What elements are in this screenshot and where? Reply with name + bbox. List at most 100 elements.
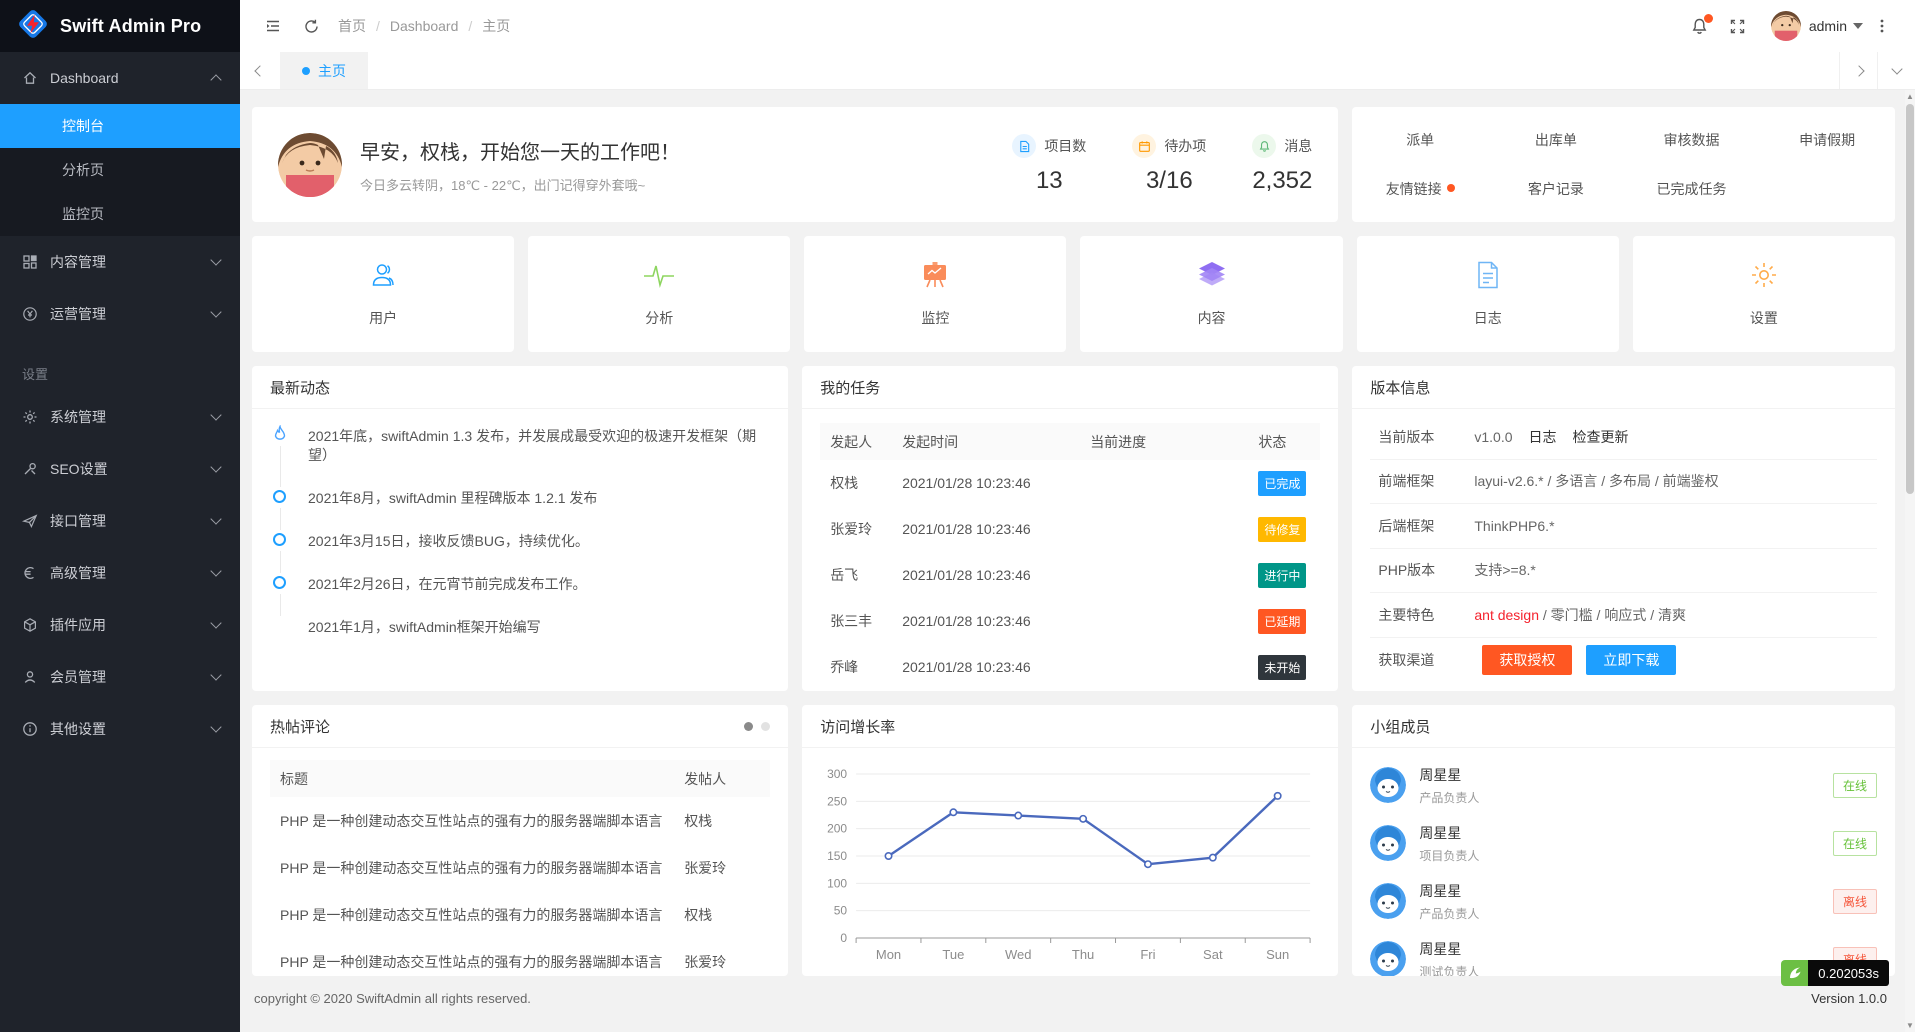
news-text: 2021年2月26日，在元宵节前完成发布工作。 (308, 576, 587, 592)
breadcrumb-current[interactable]: 主页 (458, 16, 510, 36)
yen-circle-icon (22, 306, 38, 322)
tab-active-dot-icon (302, 67, 310, 75)
quick-logs[interactable]: 日志 (1357, 236, 1619, 352)
member-list: 周星星产品负责人 在线 周星星项目负责人 在线 周星星产品负责人 离线 (1352, 748, 1895, 976)
changelog-link[interactable]: 日志 (1529, 427, 1557, 447)
scrollbar-thumb[interactable] (1906, 104, 1914, 494)
quick-settings[interactable]: 设置 (1633, 236, 1895, 352)
carousel-dots (744, 722, 770, 731)
quick-analysis[interactable]: 分析 (528, 236, 790, 352)
sidebar-item-operations-mgmt[interactable]: 运营管理 (0, 288, 240, 340)
svg-text:Mon: Mon (876, 947, 901, 962)
status-badge: 已完成 (1258, 471, 1320, 496)
user-avatar[interactable] (1771, 11, 1801, 41)
sidebar-section-settings: 设置 (0, 364, 240, 383)
vertical-scrollbar[interactable]: ▲ ▼ (1905, 90, 1915, 1032)
bell-icon (1252, 134, 1276, 158)
paper-plane-icon (22, 513, 38, 529)
column-header: 发帖人 (684, 769, 770, 789)
notification-dot (1447, 184, 1455, 192)
link-outbound[interactable]: 出库单 (1488, 130, 1624, 150)
link-audit-data[interactable]: 审核数据 (1624, 130, 1760, 150)
member-role: 产品负责人 (1419, 789, 1479, 806)
link-dispatch[interactable]: 派单 (1352, 130, 1488, 150)
svg-text:200: 200 (827, 822, 847, 836)
svg-text:Tue: Tue (943, 947, 965, 962)
tab-home[interactable]: 主页 (280, 52, 368, 89)
comment-author: 权栈 (684, 811, 770, 831)
sidebar-subitem-console[interactable]: 控制台 (0, 104, 240, 148)
table-row: PHP 是一种创建动态交互性站点的强有力的服务器端脚本语言 权栈 (270, 797, 770, 844)
link-customer-records[interactable]: 客户记录 (1488, 179, 1624, 199)
quick-content[interactable]: 内容 (1080, 236, 1342, 352)
breadcrumb-dashboard[interactable]: Dashboard (366, 18, 458, 34)
scroll-up-arrow[interactable]: ▲ (1905, 92, 1915, 101)
table-row: 张三丰 2021/01/28 10:23:46 已延期 (820, 598, 1320, 644)
check-update-link[interactable]: 检查更新 (1573, 427, 1629, 447)
carousel-dot[interactable] (761, 722, 770, 731)
row-label: PHP版本 (1370, 560, 1474, 580)
link-friend-links[interactable]: 友情链接 (1352, 179, 1488, 199)
quick-monitor[interactable]: 监控 (804, 236, 1066, 352)
task-initiator: 权栈 (820, 473, 902, 493)
row-label: 主要特色 (1370, 605, 1474, 625)
sidebar-item-label: 其他设置 (50, 719, 212, 739)
comments-table-header: 标题 发帖人 (270, 760, 770, 797)
scroll-down-arrow[interactable]: ▼ (1905, 1021, 1915, 1030)
sidebar-collapse-button[interactable] (254, 0, 292, 52)
sidebar-item-advanced-mgmt[interactable]: 高级管理 (0, 547, 240, 599)
list-item: 周星星项目负责人 在线 (1370, 814, 1877, 872)
sidebar-item-content-mgmt[interactable]: 内容管理 (0, 236, 240, 288)
sidebar-item-plugins[interactable]: 插件应用 (0, 599, 240, 651)
sidebar-item-system-mgmt[interactable]: 系统管理 (0, 391, 240, 443)
tabs-scroll-right-button[interactable] (1839, 52, 1877, 89)
fullscreen-button[interactable] (1719, 0, 1757, 52)
shortcut-links-card: 派单 出库单 审核数据 申请假期 友情链接 客户记录 已完成任务 (1352, 107, 1895, 222)
task-initiator: 岳飞 (820, 565, 902, 585)
get-license-button[interactable]: 获取授权 (1482, 645, 1572, 675)
thinkphp-leaf-icon (1781, 960, 1808, 986)
sidebar-subitem-monitor[interactable]: 监控页 (0, 192, 240, 236)
breadcrumb-home[interactable]: 首页 (338, 16, 366, 36)
version-row: 当前版本 v1.0.0 日志 检查更新 (1370, 415, 1877, 460)
svg-text:50: 50 (834, 904, 848, 918)
calendar-icon (1132, 134, 1156, 158)
row-label: 当前版本 (1370, 427, 1474, 447)
version-row: 获取渠道 获取授权 立即下载 (1370, 638, 1877, 683)
link-completed-tasks[interactable]: 已完成任务 (1624, 179, 1760, 199)
download-button[interactable]: 立即下载 (1586, 645, 1676, 675)
column-header: 状态 (1258, 432, 1320, 452)
sidebar-subitem-analysis[interactable]: 分析页 (0, 148, 240, 192)
top-header: 首页 Dashboard 主页 admin (240, 0, 1915, 52)
more-menu-button[interactable] (1863, 0, 1901, 52)
link-leave-request[interactable]: 申请假期 (1759, 130, 1895, 150)
welcome-subtitle: 今日多云转阴，18℃ - 22℃，出门记得穿外套哦~ (360, 175, 680, 194)
app-logo[interactable]: Swift Admin Pro (0, 0, 240, 52)
tabs-scroll-left-button[interactable] (240, 52, 280, 89)
sidebar-item-dashboard[interactable]: Dashboard (0, 52, 240, 104)
grid-icon (22, 254, 38, 270)
refresh-button[interactable] (292, 0, 330, 52)
stat-value: 3/16 (1132, 167, 1206, 195)
notifications-button[interactable] (1681, 0, 1719, 52)
status-badge: 进行中 (1258, 563, 1320, 588)
sidebar-item-label: 内容管理 (50, 252, 212, 272)
task-time: 2021/01/28 10:23:46 (902, 613, 1090, 629)
comment-author: 权栈 (684, 905, 770, 925)
sidebar-item-label: 会员管理 (50, 667, 212, 687)
table-row: PHP 是一种创建动态交互性站点的强有力的服务器端脚本语言 张爱玲 (270, 844, 770, 891)
comment-title: PHP 是一种创建动态交互性站点的强有力的服务器端脚本语言 (270, 858, 684, 878)
user-menu[interactable]: admin (1809, 18, 1863, 34)
sidebar-item-api-mgmt[interactable]: 接口管理 (0, 495, 240, 547)
chevron-down-icon (210, 306, 221, 317)
sidebar-item-member-mgmt[interactable]: 会员管理 (0, 651, 240, 703)
carousel-dot-active[interactable] (744, 722, 753, 731)
tabs-menu-button[interactable] (1877, 52, 1915, 89)
quick-users[interactable]: 用户 (252, 236, 514, 352)
sidebar-item-seo-settings[interactable]: SEO设置 (0, 443, 240, 495)
chevron-up-icon (210, 74, 221, 85)
quick-access-row: 用户 分析 监控 内容 日志 (252, 236, 1895, 352)
sidebar-item-other-settings[interactable]: 其他设置 (0, 703, 240, 755)
news-text: 2021年底，swiftAdmin 1.3 发布，并发展成最受欢迎的极速开发框架… (308, 428, 756, 463)
highlight-feature[interactable]: ant design (1474, 607, 1539, 623)
